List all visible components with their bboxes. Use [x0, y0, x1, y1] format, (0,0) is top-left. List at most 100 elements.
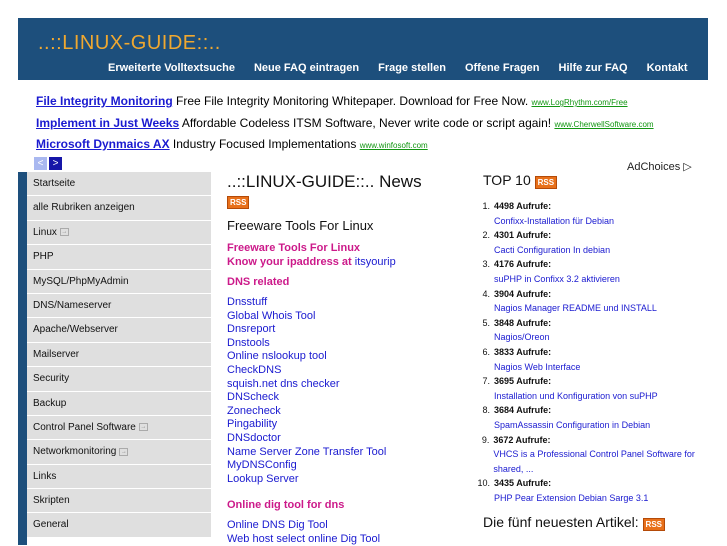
nav-new-faq[interactable]: Neue FAQ eintragen: [254, 62, 359, 74]
view-count: 3684 Aufrufe:: [494, 405, 552, 416]
article-link[interactable]: VHCS is a Professional Control Panel Sof…: [493, 447, 726, 476]
list-item: 9. 3672 Aufrufe: VHCS is a Professional Co…: [476, 433, 726, 477]
ad-url-link[interactable]: www.LogRhythm.com/Free: [532, 98, 628, 107]
article-link[interactable]: SpamAssassin Configuration in Debian: [494, 418, 650, 433]
article-link[interactable]: PHP Pear Extension Debian Sarge 3.1: [494, 491, 648, 506]
sidebar-item-networkmonitoring[interactable]: Networkmonitoring →: [27, 440, 211, 465]
sidebar-item-apache[interactable]: Apache/Webserver: [27, 318, 211, 343]
ad-title-link[interactable]: Implement in Just Weeks: [36, 116, 179, 130]
itsyourip-link[interactable]: itsyourip: [352, 256, 396, 268]
sidebar-item-mailserver[interactable]: Mailserver: [27, 342, 211, 368]
rank-number: 9.: [481, 434, 490, 445]
freeware-tools-link[interactable]: Freeware Tools For Linux: [227, 241, 396, 255]
list-item: 7. 3695 Aufrufe: Installation und Konfigur…: [476, 374, 726, 403]
list-item: 10. 3435 Aufrufe: PHP Pear Extension Debia…: [476, 476, 726, 505]
nav-faq-help[interactable]: Hilfe zur FAQ: [559, 62, 628, 74]
featured-links: Freeware Tools For Linux Know your ipadd…: [227, 241, 396, 269]
expand-arrow-icon[interactable]: →: [138, 423, 148, 432]
dns-tool-link[interactable]: CheckDNS: [227, 364, 386, 378]
article-link[interactable]: Cacti Configuration In debian: [494, 243, 610, 258]
expand-arrow-icon[interactable]: →: [119, 447, 129, 456]
sidebar-item-label: Control Panel Software: [33, 421, 136, 433]
dig-heading: Online dig tool for dns: [227, 499, 345, 511]
ad-title-link[interactable]: File Integrity Monitoring: [36, 94, 173, 108]
sidebar-item-security[interactable]: Security: [27, 367, 211, 392]
rank-number: 4.: [482, 288, 490, 299]
nav-open-questions[interactable]: Offene Fragen: [465, 62, 540, 74]
ad-url-link[interactable]: www.winfosoft.com: [360, 141, 428, 150]
nav-extended-search[interactable]: Erweiterte Volltextsuche: [108, 62, 235, 74]
nav-contact[interactable]: Kontakt: [647, 62, 688, 74]
view-count: 3904 Aufrufe:: [494, 288, 552, 299]
view-count: 3848 Aufrufe:: [494, 317, 552, 328]
sidebar-item-control-panel[interactable]: Control Panel Software →: [27, 415, 211, 441]
know-ip-link[interactable]: Know your ipaddress at: [227, 256, 352, 268]
sidebar-item-all-categories[interactable]: alle Rubriken anzeigen: [27, 196, 211, 221]
article-link[interactable]: suPHP in Confixx 3.2 aktivieren: [494, 272, 620, 287]
sidebar-item-label: alle Rubriken anzeigen: [33, 202, 135, 214]
article-link[interactable]: Nagios Web Interface: [494, 360, 580, 375]
dns-tool-link[interactable]: Name Server Zone Transfer Tool: [227, 446, 386, 460]
news-heading: ..::LINUX-GUIDE::.. News: [227, 172, 422, 191]
sidebar-item-linux[interactable]: Linux →: [27, 220, 211, 246]
rank-number: 8.: [482, 405, 490, 416]
list-item: 5. 3848 Aufrufe: Nagios/Oreon: [476, 316, 726, 345]
list-item: 1. 4498 Aufrufe: Confixx-Installation für …: [476, 199, 726, 228]
dig-tool-link[interactable]: Online DNS Dig Tool: [227, 519, 380, 533]
dns-tool-link[interactable]: DNSdoctor: [227, 432, 386, 446]
list-item: 4. 3904 Aufrufe: Nagios Manager README und…: [476, 287, 726, 316]
dns-tool-link[interactable]: Zonecheck: [227, 405, 386, 419]
next-arrow-icon[interactable]: >: [49, 157, 62, 170]
list-item: 6. 3833 Aufrufe: Nagios Web Interface: [476, 345, 726, 374]
expand-arrow-icon[interactable]: →: [59, 228, 69, 237]
ad-text: Affordable Codeless ITSM Software, Never…: [179, 116, 555, 130]
dig-tool-link[interactable]: Web host select online Dig Tool: [227, 533, 380, 546]
dns-tool-link[interactable]: Lookup Server: [227, 473, 386, 487]
view-count: 3672 Aufrufe:: [493, 434, 551, 445]
rank-number: 10.: [477, 478, 490, 489]
dns-tool-link[interactable]: MyDNSConfig: [227, 459, 386, 473]
rank-number: 2.: [482, 230, 490, 241]
ad-title-link[interactable]: Microsoft Dynmaics AX: [36, 137, 170, 151]
dns-tool-link[interactable]: Global Whois Tool: [227, 310, 386, 324]
dns-tool-link[interactable]: Online nslookup tool: [227, 350, 386, 364]
dns-tool-link[interactable]: Dnstools: [227, 337, 386, 351]
newest-articles-heading: Die fünf neuesten Artikel: RSS: [483, 514, 665, 531]
ad-url-link[interactable]: www.CherwellSoftware.com: [554, 120, 653, 129]
dns-tool-link[interactable]: Dnsstuff: [227, 296, 386, 310]
dns-tool-link[interactable]: Pingability: [227, 418, 386, 432]
list-item: 3. 4176 Aufrufe: suPHP in Confixx 3.2 akti…: [476, 257, 726, 286]
ad-line: File Integrity Monitoring Free File Inte…: [36, 94, 628, 108]
newest-title: Die fünf neuesten Artikel:: [483, 514, 639, 530]
view-count: 3695 Aufrufe:: [494, 376, 552, 387]
main-content: ..::LINUX-GUIDE::.. News RSS Freeware To…: [227, 172, 467, 545]
sidebar-item-general[interactable]: General: [27, 513, 211, 538]
article-link[interactable]: Installation und Konfiguration von suPHP: [494, 389, 658, 404]
sidebar-item-php[interactable]: PHP: [27, 245, 211, 270]
sidebar-item-skripten[interactable]: Skripten: [27, 489, 211, 514]
nav-ask-question[interactable]: Frage stellen: [378, 62, 446, 74]
site-title[interactable]: ..::LINUX-GUIDE::..: [38, 32, 221, 55]
article-link[interactable]: Confixx-Installation für Debian: [494, 214, 614, 229]
rss-icon[interactable]: RSS: [534, 176, 558, 189]
sidebar-item-startseite[interactable]: Startseite: [27, 172, 211, 197]
article-link[interactable]: Nagios/Oreon: [494, 330, 551, 345]
rss-icon[interactable]: RSS: [642, 518, 665, 531]
ad-text: Industry Focused Implementations: [169, 137, 360, 151]
dns-tool-link[interactable]: squish.net dns checker: [227, 378, 386, 392]
view-count: 4301 Aufrufe:: [494, 230, 552, 241]
top10-title: TOP 10: [483, 172, 531, 188]
dns-tool-link[interactable]: Dnsreport: [227, 323, 386, 337]
top-navigation: Erweiterte Volltextsuche Neue FAQ eintra…: [108, 62, 707, 74]
sidebar-item-links[interactable]: Links: [27, 464, 211, 490]
sidebar-item-mysql[interactable]: MySQL/PhpMyAdmin: [27, 269, 211, 294]
sidebar-item-backup[interactable]: Backup: [27, 391, 211, 416]
ad-line: Microsoft Dynmaics AX Industry Focused I…: [36, 137, 428, 151]
article-link[interactable]: Nagios Manager README und INSTALL: [494, 301, 657, 316]
rank-number: 3.: [482, 259, 490, 270]
top10-list: 1. 4498 Aufrufe: Confixx-Installation für …: [476, 199, 726, 505]
previous-arrow-icon[interactable]: <: [34, 157, 47, 170]
sidebar-item-dns[interactable]: DNS/Nameserver: [27, 293, 211, 319]
rss-icon[interactable]: RSS: [227, 196, 250, 209]
dns-tool-link[interactable]: DNScheck: [227, 391, 386, 405]
